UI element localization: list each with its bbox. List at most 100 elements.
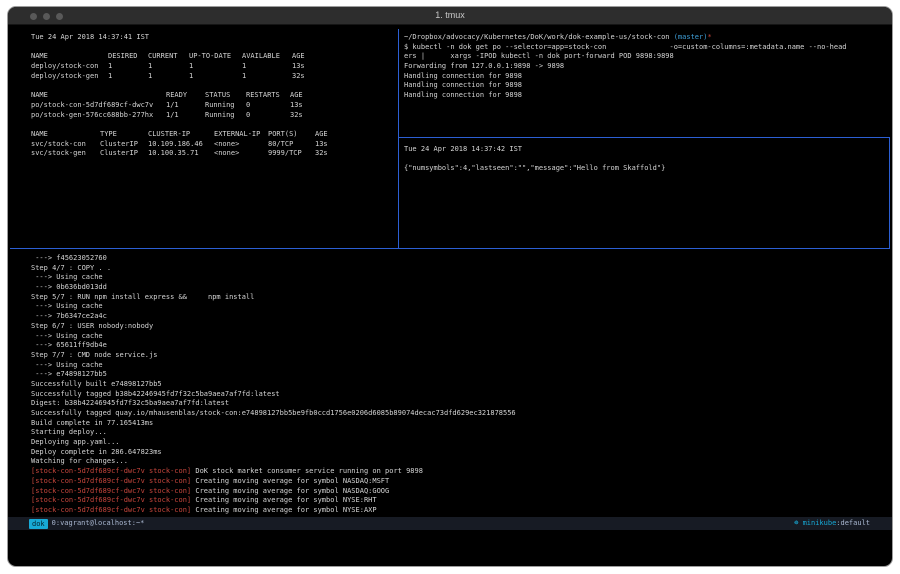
window-titlebar[interactable]: 1. tmux: [8, 7, 892, 25]
pod-log-message: Creating moving average for symbol NYSE:…: [191, 496, 376, 504]
table-cell: ClusterIP: [100, 140, 148, 150]
terminal-line: ---> e74898127bb5: [31, 370, 876, 380]
table-cell: ClusterIP: [100, 149, 148, 159]
table-cell: 10.109.186.46: [148, 140, 214, 150]
table-cell: po/stock-con-5d7df689cf-dwc7v: [31, 101, 166, 111]
pod-log-prefix: [stock-con-5d7df689cf-dwc7v stock-con]: [31, 487, 191, 495]
table-header-row: NAMEDESIREDCURRENTUP-TO-DATEAVAILABLEAGE: [31, 52, 396, 62]
kube-context: minikube: [803, 519, 837, 527]
terminal-line: ---> Using cache: [31, 361, 876, 371]
table-header-row: NAMEREADYSTATUSRESTARTSAGE: [31, 91, 396, 101]
table-header-cell: CLUSTER-IP: [148, 130, 214, 140]
table-cell: <none>: [214, 149, 268, 159]
port-forward-output: $ kubectl -n dok get po --selector=app=s…: [404, 43, 890, 101]
pod-log-message: Creating moving average for symbol NASDA…: [191, 487, 389, 495]
terminal-line: Digest: b38b42246945fd7f32c5ba9aea7af7fd…: [31, 399, 876, 409]
table-cell: 9999/TCP: [268, 149, 315, 159]
status-left: dok 0:vagrant@localhost:~*: [29, 517, 144, 530]
pane-port-forward[interactable]: ~/Dropbox/advocacy/Kubernetes/DoK/work/d…: [404, 33, 890, 101]
pod-log-output: [stock-con-5d7df689cf-dwc7v stock-con] D…: [31, 467, 876, 515]
blank-line: [31, 120, 396, 130]
pane-timestamp: Tue 24 Apr 2018 14:37:41 IST: [31, 33, 396, 43]
terminal-line: Successfully tagged b38b42246945fd7f32c5…: [31, 390, 876, 400]
pane-divider-vertical[interactable]: [398, 29, 399, 249]
table-header-cell: CURRENT: [148, 52, 189, 62]
terminal-line: ---> 65611ff9db4e: [31, 341, 876, 351]
table-cell: 0: [246, 101, 290, 111]
terminal-line: Deploy complete in 286.647823ms: [31, 448, 876, 458]
git-dirty-flag: *: [707, 33, 711, 41]
table-row: svc/stock-genClusterIP10.100.35.71<none>…: [31, 149, 396, 159]
terminal-line: ---> 0b636bd013dd: [31, 283, 876, 293]
table-cell: 1: [148, 72, 189, 82]
pane-kubectl-watch[interactable]: Tue 24 Apr 2018 14:37:41 IST NAMEDESIRED…: [31, 33, 396, 159]
session-name-badge: dok: [29, 519, 48, 529]
table-cell: 13s: [290, 101, 320, 111]
table-cell: 1: [148, 62, 189, 72]
terminal-line: ers | xargs -IPOD kubectl -n dok port-fo…: [404, 52, 890, 62]
terminal-line: Successfully built e74898127bb5: [31, 380, 876, 390]
terminal-line: [stock-con-5d7df689cf-dwc7v stock-con] D…: [31, 467, 876, 477]
table-cell: <none>: [214, 140, 268, 150]
services-table: NAMETYPECLUSTER-IPEXTERNAL-IPPORT(S)AGEs…: [31, 130, 396, 159]
prompt-path: ~/Dropbox/advocacy/Kubernetes/DoK/work/d…: [404, 33, 674, 41]
table-cell: 32s: [290, 111, 320, 121]
pod-log-message: DoK stock market consumer service runnin…: [191, 467, 423, 475]
pane-skaffold-build[interactable]: ---> f45623052760Step 4/7 : COPY . . ---…: [31, 254, 876, 516]
pod-log-prefix: [stock-con-5d7df689cf-dwc7v stock-con]: [31, 477, 191, 485]
terminal-line: Handling connection for 9898: [404, 81, 890, 91]
table-cell: 10.100.35.71: [148, 149, 214, 159]
terminal-line: Deploying app.yaml...: [31, 438, 876, 448]
pod-log-prefix: [stock-con-5d7df689cf-dwc7v stock-con]: [31, 496, 191, 504]
table-header-cell: NAME: [31, 91, 166, 101]
pane-divider-horizontal-main[interactable]: [10, 248, 890, 249]
service-response-json: {"numsymbols":4,"lastseen":"","message":…: [404, 164, 890, 174]
deployments-table: NAMEDESIREDCURRENTUP-TO-DATEAVAILABLEAGE…: [31, 52, 396, 81]
terminal-line: ---> f45623052760: [31, 254, 876, 264]
table-cell: 32s: [292, 72, 322, 82]
table-header-cell: PORT(S): [268, 130, 315, 140]
pane-curl-response[interactable]: Tue 24 Apr 2018 14:37:42 IST {"numsymbol…: [404, 145, 890, 174]
terminal-line: Starting deploy...: [31, 428, 876, 438]
table-header-cell: NAME: [31, 52, 108, 62]
table-header-cell: READY: [166, 91, 205, 101]
table-header-cell: AGE: [315, 130, 345, 140]
tmux-session: Tue 24 Apr 2018 14:37:41 IST NAMEDESIRED…: [8, 25, 892, 566]
table-header-cell: EXTERNAL-IP: [214, 130, 268, 140]
table-cell: 1: [189, 72, 242, 82]
terminal-line: Handling connection for 9898: [404, 91, 890, 101]
table-header-row: NAMETYPECLUSTER-IPEXTERNAL-IPPORT(S)AGE: [31, 130, 396, 140]
terminal-line: Step 4/7 : COPY . .: [31, 264, 876, 274]
pod-log-prefix: [stock-con-5d7df689cf-dwc7v stock-con]: [31, 467, 191, 475]
terminal-line: [stock-con-5d7df689cf-dwc7v stock-con] C…: [31, 487, 876, 497]
table-cell: 1/1: [166, 111, 205, 121]
pod-log-message: Creating moving average for symbol NYSE:…: [191, 506, 376, 514]
table-cell: 1: [242, 62, 292, 72]
terminal-line: ---> Using cache: [31, 273, 876, 283]
table-header-cell: STATUS: [205, 91, 246, 101]
terminal-line: Handling connection for 9898: [404, 72, 890, 82]
table-row: po/stock-gen-576cc688bb-277hx1/1Running0…: [31, 111, 396, 121]
blank-line: [404, 155, 890, 165]
terminal-line: [stock-con-5d7df689cf-dwc7v stock-con] C…: [31, 477, 876, 487]
terminal-line: Successfully tagged quay.io/mhausenblas/…: [31, 409, 876, 419]
git-branch: (master): [674, 33, 708, 41]
terminal-line: Step 7/7 : CMD node service.js: [31, 351, 876, 361]
pane-divider-right-edge: [889, 137, 890, 249]
table-cell: deploy/stock-gen: [31, 72, 108, 82]
table-cell: Running: [205, 101, 246, 111]
table-cell: svc/stock-con: [31, 140, 100, 150]
kube-namespace: :default: [836, 519, 870, 527]
blank-line: [31, 81, 396, 91]
table-header-cell: AVAILABLE: [242, 52, 292, 62]
tmux-status-bar: dok 0:vagrant@localhost:~* ☸ minikube:de…: [8, 517, 892, 530]
pane-divider-horizontal-right[interactable]: [398, 137, 890, 138]
status-window-item[interactable]: 0:vagrant@localhost:~*: [52, 517, 145, 530]
table-cell: po/stock-gen-576cc688bb-277hx: [31, 111, 166, 121]
pod-log-message: Creating moving average for symbol NASDA…: [191, 477, 389, 485]
table-cell: 13s: [315, 140, 345, 150]
terminal-line: [stock-con-5d7df689cf-dwc7v stock-con] C…: [31, 496, 876, 506]
terminal-line: ---> 7b6347ce2a4c: [31, 312, 876, 322]
terminal-line: Step 5/7 : RUN npm install express && np…: [31, 293, 876, 303]
window-title: 1. tmux: [8, 7, 892, 25]
